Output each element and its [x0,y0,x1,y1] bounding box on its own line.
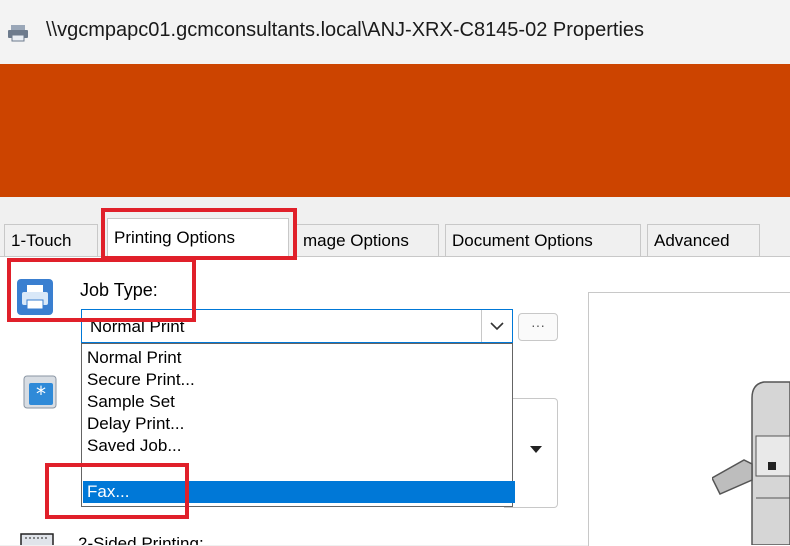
option-normal-print[interactable]: Normal Print [87,347,181,369]
option-secure-print[interactable]: Secure Print... [87,369,195,391]
highlight-fax-option [45,463,189,519]
brand-banner [0,64,790,197]
highlight-job-type [7,258,196,322]
tab-document-options[interactable]: Document Options [445,224,641,256]
svg-text:*: * [36,382,46,406]
two-sided-icon [20,533,54,545]
window-title: \\vgcmpapc01.gcmconsultants.local\ANJ-XR… [46,19,645,41]
option-delay-print[interactable]: Delay Print... [87,413,184,435]
tab-advanced[interactable]: Advanced [647,224,760,256]
chevron-down-icon[interactable] [481,310,512,342]
title-bar: \\vgcmpapc01.gcmconsultants.local\ANJ-XR… [0,0,790,64]
secure-print-icon: * [23,375,57,409]
caret-down-icon[interactable] [530,446,542,453]
highlight-printing-options-tab [101,208,297,260]
printer-illustration [712,381,790,545]
two-sided-label: 2-Sided Printing: [78,534,204,545]
tab-1-touch[interactable]: 1-Touch [4,224,98,256]
printer-icon [8,25,28,42]
tab-image-options[interactable]: mage Options [296,224,439,256]
option-sample-set[interactable]: Sample Set [87,391,175,413]
job-type-more-button[interactable]: ··· [518,313,558,341]
option-saved-job[interactable]: Saved Job... [87,435,182,457]
